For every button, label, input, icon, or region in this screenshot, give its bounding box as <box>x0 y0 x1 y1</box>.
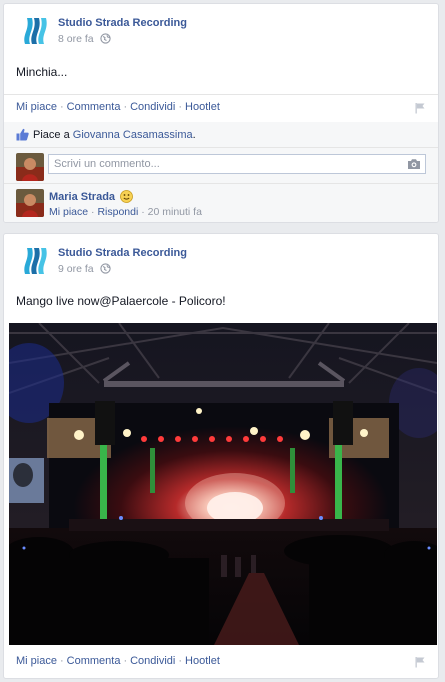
globe-icon <box>99 263 111 274</box>
post-time[interactable]: 8 ore fa <box>58 33 94 45</box>
post-card: Studio Strada Recording 8 ore fa Minchia… <box>3 3 439 223</box>
share-link[interactable]: Condividi <box>130 101 175 113</box>
post-author[interactable]: Studio Strada Recording <box>58 17 187 29</box>
post-timestamp[interactable]: 9 ore fa <box>58 263 111 275</box>
like-link[interactable]: Mi piace <box>16 101 57 113</box>
likes-prefix: Piace a <box>33 129 70 141</box>
comment-meta: Mi piace · Rispondi · 20 minuti fa <box>49 206 202 218</box>
divider <box>4 94 438 95</box>
post-actions: Mi piace · Commenta · Condividi · Hootlet <box>16 101 220 113</box>
flag-icon[interactable] <box>414 656 426 668</box>
globe-icon <box>99 33 111 44</box>
post-time[interactable]: 9 ore fa <box>58 263 94 275</box>
flag-icon[interactable] <box>414 102 426 114</box>
post-timestamp[interactable]: 8 ore fa <box>58 33 111 45</box>
post-text: Minchia... <box>16 65 68 79</box>
comment-link[interactable]: Commenta <box>67 101 121 113</box>
thumbs-up-icon <box>16 128 29 141</box>
comment-author[interactable]: Maria Strada <box>49 190 133 203</box>
page-logo-icon[interactable] <box>18 244 52 278</box>
comment-reply-link[interactable]: Rispondi <box>97 206 138 218</box>
likes-summary: Piace a Giovanna Casamassima. <box>16 128 196 141</box>
divider <box>4 183 438 184</box>
comment-time[interactable]: 20 minuti fa <box>148 206 202 218</box>
comments-section: Piace a Giovanna Casamassima. Scrivi un … <box>4 122 438 222</box>
smiley-icon <box>120 190 133 203</box>
page-logo-icon[interactable] <box>18 14 52 48</box>
post-text: Mango live now@Palaercole - Policoro! <box>16 294 226 308</box>
share-link[interactable]: Condividi <box>130 655 175 667</box>
comment-like-link[interactable]: Mi piace <box>49 206 88 218</box>
divider <box>4 147 438 148</box>
comment-avatar[interactable] <box>16 189 44 217</box>
post-actions: Mi piace · Commenta · Condividi · Hootlet <box>16 655 220 667</box>
likes-suffix: . <box>192 129 196 141</box>
comment-link[interactable]: Commenta <box>67 655 121 667</box>
comment-author-name[interactable]: Maria Strada <box>49 191 115 203</box>
camera-icon[interactable] <box>407 158 421 170</box>
comment-input[interactable]: Scrivi un commento... <box>48 154 426 174</box>
hootlet-link[interactable]: Hootlet <box>185 101 220 113</box>
post-author[interactable]: Studio Strada Recording <box>58 247 187 259</box>
hootlet-link[interactable]: Hootlet <box>185 655 220 667</box>
avatar[interactable] <box>16 153 44 181</box>
comment-placeholder: Scrivi un commento... <box>54 158 160 170</box>
liker-name[interactable]: Giovanna Casamassima <box>73 129 193 141</box>
concert-photo[interactable] <box>9 323 437 645</box>
post-card: Studio Strada Recording 9 ore fa Mango l… <box>3 233 439 679</box>
like-link[interactable]: Mi piace <box>16 655 57 667</box>
